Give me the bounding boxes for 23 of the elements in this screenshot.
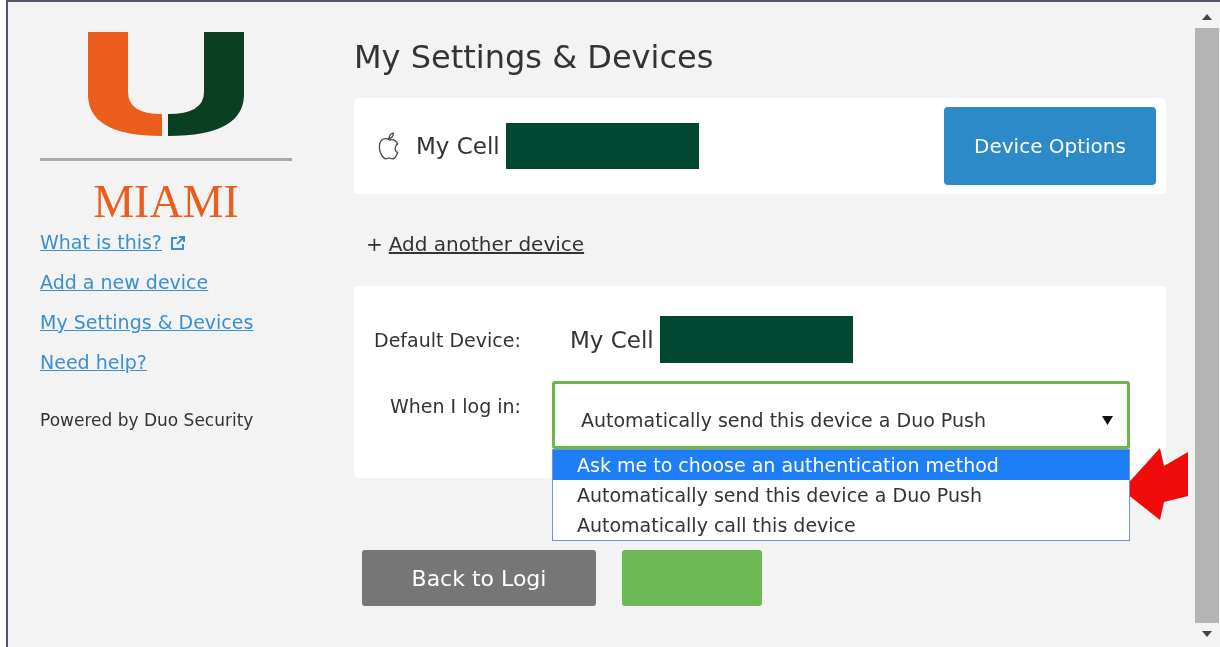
default-device-value: My Cell [570,326,654,353]
dropdown-caret-icon [1102,415,1113,425]
dropdown-option[interactable]: Ask me to choose an authentication method [553,450,1129,480]
scroll-down-icon[interactable] [1202,631,1212,637]
sidebar-link[interactable]: Add a new device [40,269,209,296]
plus-sign: + [366,232,383,256]
device-name: My Cell [416,133,500,159]
dropdown-option[interactable]: Automatically send this device a Duo Push [553,480,1129,510]
page-title: My Settings & Devices [354,38,715,76]
login-action-label: When I log in: [389,395,522,417]
sidebar-link[interactable]: What is this? [40,229,162,256]
device-options-button[interactable]: Device Options [944,107,1156,185]
logo-wordmark: MIAMI [92,177,240,227]
back-to-login-button[interactable]: Back to Logi [362,550,596,606]
login-action-select[interactable]: Automatically send this device a Duo Push [552,381,1130,449]
dropdown-option[interactable]: Automatically call this device [553,510,1129,540]
sidebar-link[interactable]: My Settings & Devices [40,309,254,336]
sidebar-link[interactable]: Need help? [40,349,147,376]
scroll-up-icon[interactable] [1202,14,1212,20]
default-device-label: Default Device: [374,328,522,351]
powered-by-text: Powered by Duo Security [40,410,255,430]
external-link-icon [169,234,186,251]
add-device-link[interactable]: Add another device [388,232,585,256]
